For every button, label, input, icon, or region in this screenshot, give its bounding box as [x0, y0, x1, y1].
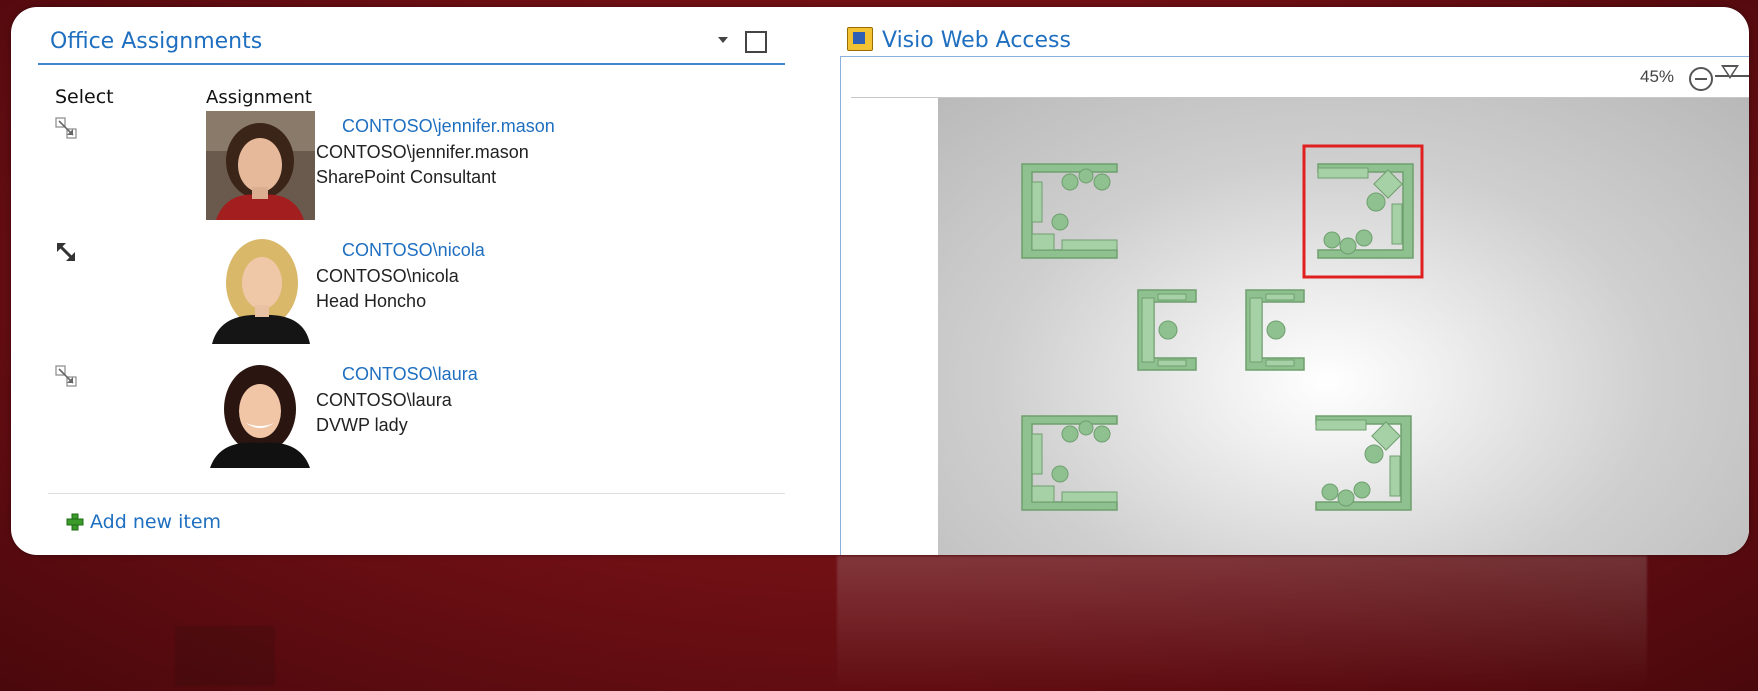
- list-footer-divider: [48, 493, 785, 494]
- list-item: CONTOSO\laura CONTOSO\laura DVWP lady: [38, 359, 785, 469]
- visio-toolbar: 45%: [851, 57, 1749, 98]
- select-row-icon[interactable]: [55, 117, 77, 139]
- person-link[interactable]: CONTOSO\nicola: [342, 240, 485, 261]
- webpart-menu-dropdown-icon[interactable]: [718, 37, 728, 43]
- visio-icon: [847, 27, 873, 51]
- reflection-avatar: [175, 626, 275, 686]
- office-cubicle[interactable]: [1317, 163, 1414, 259]
- column-header-select: Select: [55, 86, 114, 108]
- avatar: [206, 111, 315, 220]
- visio-web-access-webpart: Visio Web Access 45%: [831, 7, 1749, 555]
- page-reflection: [11, 556, 1749, 691]
- office-cubicle[interactable]: [1021, 415, 1118, 511]
- office-cubicle[interactable]: [1137, 289, 1197, 371]
- reflection-canvas: [837, 556, 1647, 691]
- job-title: Head Honcho: [316, 291, 427, 311]
- add-new-item-label: Add new item: [90, 511, 222, 533]
- add-plus-icon: [66, 513, 84, 531]
- visio-webpart-title[interactable]: Visio Web Access: [882, 28, 1071, 53]
- job-title: DVWP lady: [316, 415, 408, 435]
- drawing-canvas[interactable]: [938, 98, 1749, 555]
- office-floorplan[interactable]: [938, 98, 1749, 555]
- webpart-title[interactable]: Office Assignments: [50, 29, 262, 54]
- select-row-icon[interactable]: [55, 365, 77, 387]
- select-row-icon[interactable]: [55, 241, 77, 263]
- office-assignments-webpart: Office Assignments Select Assignment CON…: [38, 7, 785, 555]
- avatar: [206, 359, 315, 468]
- person-link[interactable]: CONTOSO\laura: [342, 364, 478, 385]
- visio-viewer: 45%: [840, 56, 1749, 555]
- account-name: CONTOSO\jennifer.mason: [316, 142, 529, 162]
- person-link[interactable]: CONTOSO\jennifer.mason: [342, 116, 555, 137]
- avatar: [206, 235, 315, 344]
- account-name: CONTOSO\nicola: [316, 266, 459, 286]
- job-title: SharePoint Consultant: [316, 167, 497, 187]
- add-new-item-link[interactable]: Add new item: [66, 511, 221, 533]
- webpart-select-checkbox[interactable]: [745, 31, 767, 53]
- zoom-out-icon[interactable]: [1689, 67, 1713, 91]
- webpart-header: Office Assignments: [38, 15, 785, 65]
- list-item: CONTOSO\jennifer.mason CONTOSO\jennifer.…: [38, 111, 785, 221]
- zoom-slider-thumb-fill: [1724, 67, 1736, 76]
- list-item: CONTOSO\nicola CONTOSO\nicola Head Honch…: [38, 235, 785, 345]
- column-header-assignment: Assignment: [206, 87, 312, 108]
- zoom-level: 45%: [1640, 67, 1675, 86]
- office-cubicle[interactable]: [1315, 415, 1412, 511]
- office-cubicle[interactable]: [1021, 163, 1118, 259]
- office-cubicle[interactable]: [1245, 289, 1305, 371]
- account-name: CONTOSO\laura: [316, 390, 452, 410]
- page-card: Office Assignments Select Assignment CON…: [11, 7, 1749, 555]
